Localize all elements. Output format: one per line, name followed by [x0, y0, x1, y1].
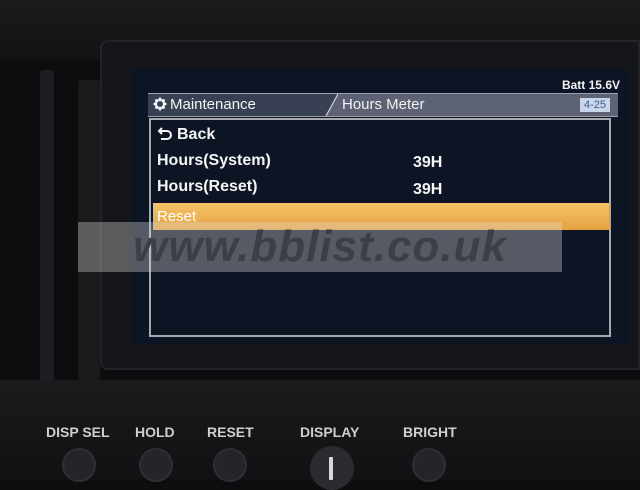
disp-sel-label: DISP SEL [46, 424, 110, 440]
menu-title-bar: Maintenance Hours Meter 4-25 [148, 93, 618, 117]
menu-item-hours-system[interactable]: Hours(System) [157, 152, 271, 170]
bright-label: BRIGHT [403, 424, 457, 440]
hold-label: HOLD [135, 424, 175, 440]
battery-voltage: Batt 15.6V [561, 78, 620, 92]
lcd-screen: Batt 15.6V Maintenance Hours Meter 4-25 … [132, 68, 628, 344]
display-label: DISPLAY [300, 424, 360, 440]
tab-maintenance-label: Maintenance [170, 96, 256, 113]
watermark-band: www.bblist.co.uk [78, 222, 562, 272]
reset-button[interactable] [213, 448, 247, 482]
hours-system-value: 39H [413, 154, 443, 171]
disp-sel-button[interactable] [62, 448, 96, 482]
tab-separator [324, 94, 338, 116]
page-title: Hours Meter [342, 96, 425, 113]
back-menu-item[interactable]: Back [157, 126, 215, 144]
back-arrow-icon [157, 126, 177, 144]
camera-left-strip [40, 70, 54, 400]
watermark-text: www.bblist.co.uk [133, 222, 507, 271]
display-dial-indicator [329, 457, 333, 480]
gear-icon [152, 94, 168, 116]
hold-button[interactable] [139, 448, 173, 482]
back-label: Back [177, 126, 216, 143]
bright-button[interactable] [412, 448, 446, 482]
tab-maintenance[interactable]: Maintenance [148, 94, 324, 116]
page-number-badge: 4-25 [579, 98, 610, 112]
reset-label: RESET [207, 424, 254, 440]
menu-item-hours-reset[interactable]: Hours(Reset) [157, 178, 257, 196]
hours-reset-value: 39H [413, 181, 443, 198]
